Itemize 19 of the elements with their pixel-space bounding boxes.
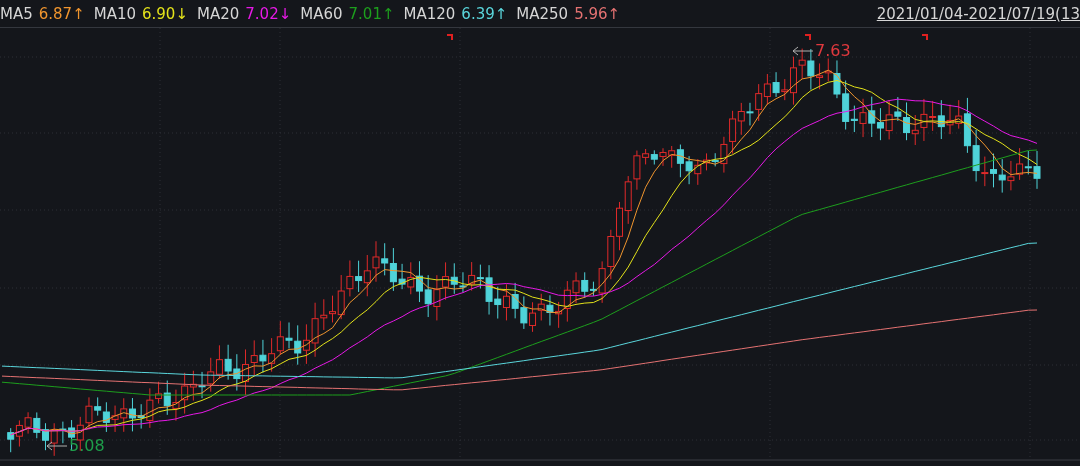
legend-label: MA5 [0,4,33,23]
legend-value: 6.90↓ [142,4,188,23]
legend-label: MA250 [516,4,569,23]
marker-icon [446,34,453,41]
legend-value: 6.39↑ [461,4,508,23]
price-label: 7.63 [815,41,851,60]
left-arrow-icon [46,440,68,451]
legend-value: 6.87↑ [38,4,85,23]
legend-value: 5.96↑ [574,4,621,23]
legend-label: MA60 [300,4,343,23]
marker-icon [804,34,811,41]
left-arrow-icon [792,45,814,56]
marker-icon [921,34,928,41]
legend-label: MA20 [197,4,240,23]
legend-value: 7.01↑ [348,4,395,23]
legend-label: MA120 [403,4,456,23]
legend-label: MA10 [93,4,136,23]
date-range-link[interactable]: 2021/01/04-2021/07/19(13 [876,4,1080,23]
legend-value: 7.02↓ [245,4,292,23]
